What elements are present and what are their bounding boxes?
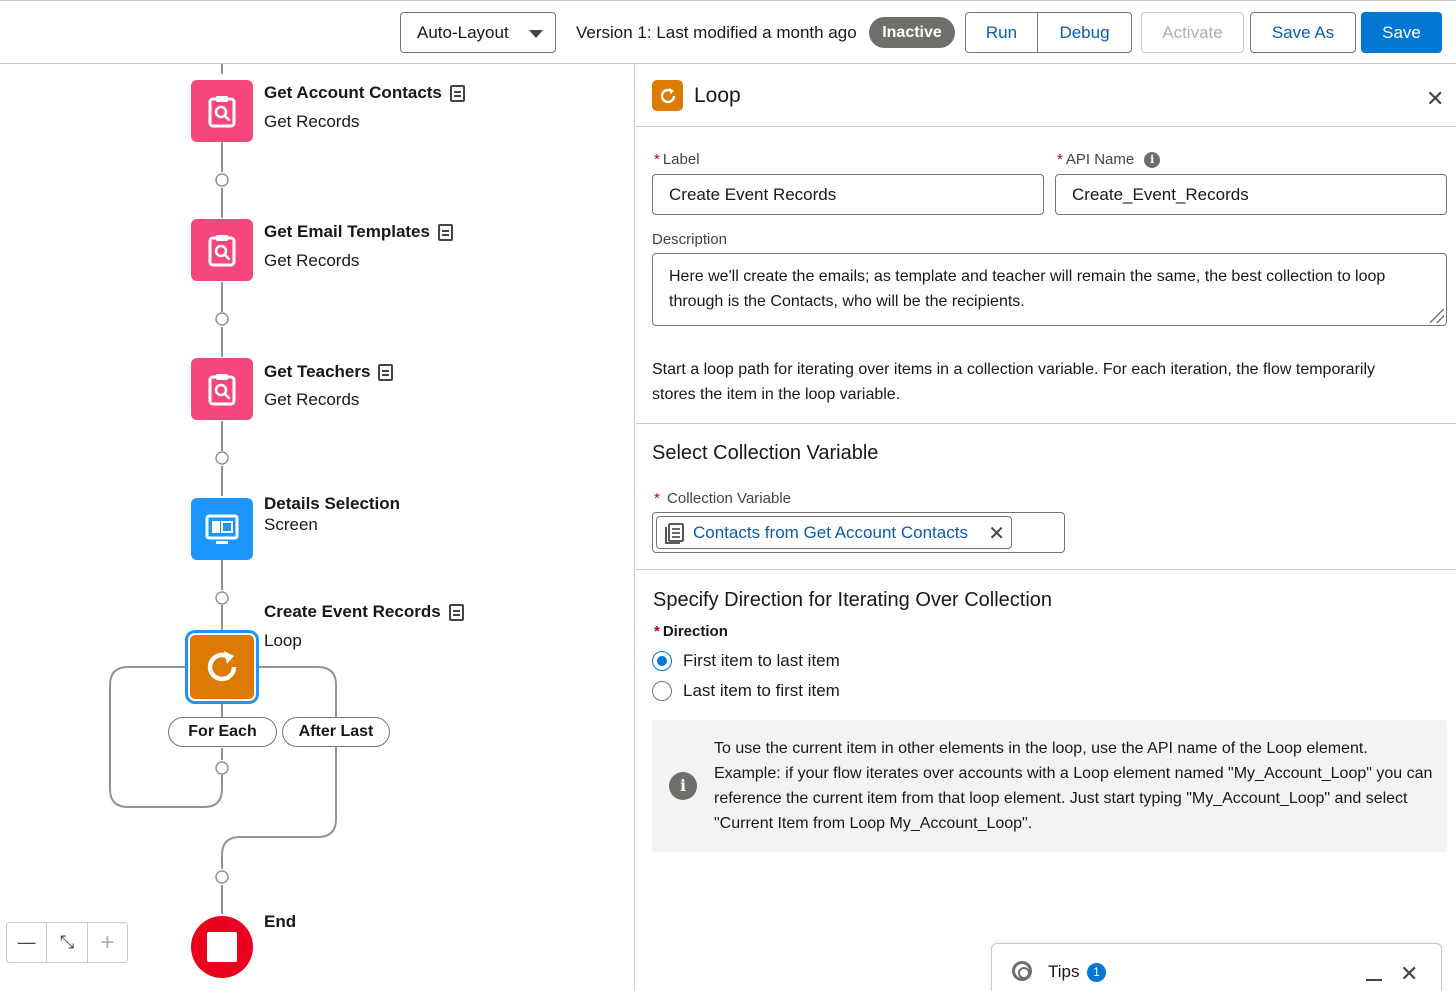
- loop-node-icon[interactable]: [188, 633, 256, 701]
- node-type: Get Records: [264, 112, 360, 131]
- screen-node-icon[interactable]: [191, 498, 253, 560]
- save-as-button[interactable]: Save As: [1250, 12, 1356, 53]
- get-records-node-icon[interactable]: [191, 358, 253, 420]
- api-name-input[interactable]: Create_Event_Records: [1055, 174, 1447, 215]
- direction-option-first-to-last[interactable]: First item to last item: [652, 651, 840, 671]
- node-title[interactable]: Details Selection: [264, 494, 400, 514]
- fit-view-button[interactable]: ⤡: [47, 923, 88, 962]
- node-title-text: Get Email Templates: [264, 222, 430, 241]
- for-each-branch-label[interactable]: For Each: [168, 717, 277, 747]
- node-title-text: End: [264, 912, 297, 931]
- description-text: Here we'll create the emails; as templat…: [669, 268, 1386, 310]
- stop-icon: [207, 932, 237, 962]
- node-type: Get Records: [264, 390, 360, 409]
- node-type: Get Records: [264, 251, 360, 270]
- description-icon: [437, 223, 453, 241]
- collection-pill[interactable]: Contacts from Get Account Contacts ✕: [656, 516, 1012, 549]
- node-type: Loop: [264, 631, 302, 650]
- direction-section-title: Specify Direction for Iterating Over Col…: [653, 589, 1053, 611]
- resize-handle-icon[interactable]: [1430, 309, 1444, 323]
- close-icon[interactable]: ✕: [1426, 86, 1444, 112]
- radio-button-checked[interactable]: [652, 651, 672, 671]
- collection-pill-label: Contacts from Get Account Contacts: [693, 522, 968, 542]
- description-textarea[interactable]: Here we'll create the emails; as templat…: [652, 253, 1447, 326]
- node-title-text: Create Event Records: [264, 602, 441, 621]
- node-title[interactable]: Get Teachers: [264, 362, 394, 382]
- collection-section-title: Select Collection Variable: [652, 442, 879, 464]
- layout-select-value: Auto-Layout: [417, 23, 509, 42]
- flow-canvas[interactable]: Get Account Contacts Get Records Get Ema…: [0, 64, 635, 991]
- clipboard-search-icon: [208, 96, 236, 128]
- description-icon: [449, 84, 465, 102]
- debug-button[interactable]: Debug: [1037, 12, 1132, 53]
- toolbar: Auto-Layout Version 1: Last modified a m…: [0, 0, 1456, 64]
- status-badge: Inactive: [869, 17, 955, 48]
- info-icon[interactable]: i: [1144, 152, 1161, 169]
- loop-icon: [652, 80, 683, 111]
- node-title[interactable]: Get Email Templates: [264, 222, 453, 242]
- node-title-text: Get Account Contacts: [264, 83, 442, 102]
- get-records-node-icon[interactable]: [191, 80, 253, 142]
- loop-icon: [207, 651, 237, 682]
- screen-icon: [205, 514, 239, 544]
- plus-icon: +: [100, 928, 115, 956]
- node-title-text: Get Teachers: [264, 362, 371, 381]
- properties-panel: Loop ✕ * Label Create Event Records * API …: [636, 64, 1456, 991]
- layout-select[interactable]: Auto-Layout: [400, 12, 556, 53]
- node-title-text: Details Selection: [264, 494, 401, 513]
- lifebuoy-icon: [1012, 961, 1032, 981]
- label-field-label: * Label: [654, 151, 700, 168]
- chevron-down-icon: [529, 30, 543, 38]
- run-button[interactable]: Run: [965, 12, 1038, 53]
- node-title[interactable]: End: [264, 912, 296, 932]
- loop-help-text: Start a loop path for iterating over ite…: [652, 361, 1376, 403]
- tips-count-badge: 1: [1087, 963, 1106, 982]
- radio-button[interactable]: [652, 681, 672, 701]
- tips-label: Tips: [1048, 962, 1080, 981]
- activate-button[interactable]: Activate: [1141, 12, 1244, 53]
- close-icon[interactable]: ✕: [1400, 961, 1418, 987]
- zoom-out-button[interactable]: —: [7, 923, 48, 962]
- node-title[interactable]: Create Event Records: [264, 602, 464, 622]
- info-callout-text: To use the current item in other element…: [714, 740, 1433, 832]
- zoom-in-button[interactable]: +: [88, 923, 127, 962]
- panel-header: Loop ✕: [636, 64, 1456, 127]
- info-callout: i To use the current item in other eleme…: [652, 720, 1447, 852]
- direction-option-last-to-first[interactable]: Last item to first item: [652, 681, 840, 701]
- zoom-controls: — ⤡ +: [6, 922, 128, 963]
- description-icon: [378, 363, 394, 381]
- api-name-field-label: * API Name i: [1057, 151, 1161, 169]
- collection-icon: [665, 522, 684, 544]
- collection-variable-combobox[interactable]: Contacts from Get Account Contacts ✕: [652, 512, 1065, 553]
- clipboard-search-icon: [208, 235, 236, 267]
- node-title[interactable]: Get Account Contacts: [264, 83, 465, 103]
- section-divider: [636, 569, 1456, 570]
- end-node-icon[interactable]: [191, 916, 253, 978]
- direction-label: * Direction: [654, 623, 728, 640]
- save-button[interactable]: Save: [1361, 12, 1442, 53]
- get-records-node-icon[interactable]: [191, 219, 253, 281]
- panel-title: Loop: [694, 84, 741, 107]
- after-last-branch-label[interactable]: After Last: [282, 717, 390, 747]
- info-icon: i: [669, 772, 697, 800]
- collection-field-label: * Collection Variable: [654, 490, 791, 507]
- radio-label: Last item to first item: [683, 681, 840, 700]
- tips-panel[interactable]: Tips 1 ✕: [991, 943, 1442, 991]
- version-text: Version 1: Last modified a month ago: [576, 23, 857, 42]
- label-input[interactable]: Create Event Records: [652, 174, 1044, 215]
- minimize-icon[interactable]: [1366, 979, 1382, 981]
- remove-pill-icon[interactable]: ✕: [988, 521, 1005, 546]
- description-field-label: Description: [652, 231, 728, 248]
- node-type: Screen: [264, 515, 318, 534]
- minus-icon: —: [17, 932, 36, 952]
- description-icon: [448, 603, 464, 621]
- section-divider: [636, 423, 1456, 424]
- collapse-arrows-icon: ⤡: [59, 932, 75, 952]
- radio-label: First item to last item: [683, 651, 840, 670]
- clipboard-search-icon: [208, 374, 236, 406]
